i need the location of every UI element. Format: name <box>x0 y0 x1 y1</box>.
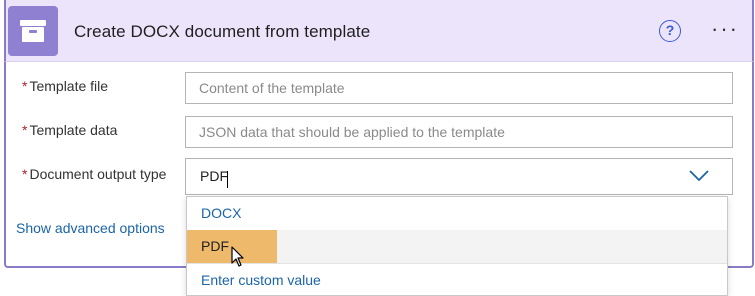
required-marker: * <box>22 122 28 138</box>
output-type-dropdown: DOCX PDF Enter custom value <box>186 196 728 296</box>
template-file-input[interactable]: Content of the template <box>185 72 733 104</box>
required-marker: * <box>22 166 28 182</box>
document-output-type-label-text: Document output type <box>29 166 167 182</box>
more-options-icon[interactable]: ··· <box>710 18 740 42</box>
template-file-label-text: Template file <box>29 78 109 94</box>
action-card-header[interactable]: Create DOCX document from template ? ··· <box>4 0 754 62</box>
template-file-label: * Template file <box>22 78 108 94</box>
chevron-down-icon[interactable] <box>689 169 709 183</box>
dropdown-option-pdf[interactable]: PDF <box>187 230 727 263</box>
show-advanced-options-link[interactable]: Show advanced options <box>16 220 165 236</box>
help-icon[interactable]: ? <box>659 20 681 42</box>
mouse-pointer-icon <box>231 246 244 267</box>
action-title[interactable]: Create DOCX document from template <box>74 22 370 42</box>
archive-drawer-icon <box>8 6 58 56</box>
text-caret <box>227 171 228 188</box>
required-marker: * <box>22 78 28 94</box>
enter-custom-value-option[interactable]: Enter custom value <box>187 263 727 296</box>
template-data-label-text: Template data <box>29 122 118 138</box>
template-data-input[interactable]: JSON data that should be applied to the … <box>185 116 733 148</box>
document-output-type-select[interactable]: PDF <box>185 158 733 195</box>
dropdown-option-docx[interactable]: DOCX <box>187 197 727 230</box>
dropdown-option-pdf-label: PDF <box>201 238 229 254</box>
document-output-type-label: * Document output type <box>22 166 166 182</box>
template-data-label: * Template data <box>22 122 117 138</box>
